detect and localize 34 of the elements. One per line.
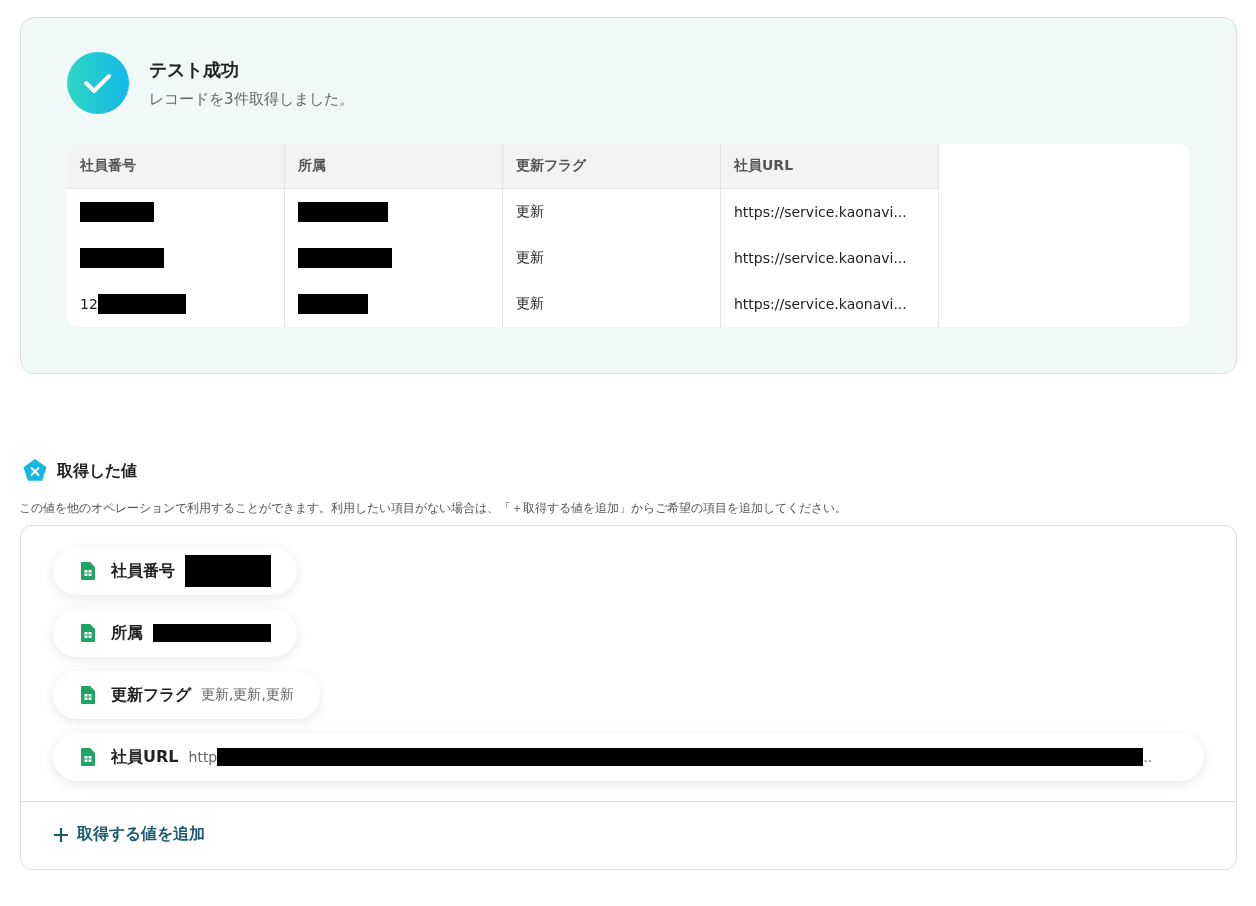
check-icon: [67, 52, 129, 114]
variable-icon: [22, 458, 48, 484]
value-text: http: [188, 749, 218, 765]
table-cell: https://service.kaonavi...: [734, 204, 907, 220]
table-cell: 更新: [516, 203, 544, 221]
value-chip[interactable]: 社員番号: [53, 547, 297, 595]
value-label: 所属: [111, 622, 143, 644]
value-text: 更新,更新,更新: [201, 686, 294, 704]
table-cell: 更新: [516, 249, 544, 267]
spreadsheet-icon: [81, 748, 95, 766]
value-label: 社員URL: [111, 746, 179, 768]
spreadsheet-icon: [81, 686, 95, 704]
result-message: レコードを3件取得しました。: [149, 89, 354, 109]
column-header: 所属: [285, 144, 503, 189]
table-cell: 更新: [516, 295, 544, 313]
value-chip[interactable]: 更新フラグ 更新,更新,更新: [53, 671, 320, 719]
add-value-button[interactable]: 取得する値を追加: [53, 824, 205, 845]
spreadsheet-icon: [81, 562, 95, 580]
value-label: 更新フラグ: [111, 684, 191, 706]
plus-icon: [53, 826, 69, 843]
ellipsis-text: ..: [1143, 749, 1153, 765]
section-description: この値を他のオペレーションで利用することができます。利用したい項目がない場合は、「＋取得する値を追加」からご希望の項目を追加してください。: [19, 500, 848, 517]
table-cell: https://service.kaonavi...: [734, 296, 907, 312]
section-title: 取得した値: [57, 460, 137, 482]
column-header: 社員番号: [67, 144, 285, 189]
column-header: 更新フラグ: [503, 144, 721, 189]
table-cell: https://service.kaonavi...: [734, 250, 907, 266]
value-chip[interactable]: 社員URL http ..: [53, 733, 1204, 781]
table-cell: 12: [80, 296, 98, 312]
column-header: 社員URL: [721, 144, 939, 189]
value-chip[interactable]: 所属: [53, 609, 297, 657]
value-label: 社員番号: [111, 560, 175, 582]
spreadsheet-icon: [81, 624, 95, 642]
result-title: テスト成功: [149, 57, 240, 82]
